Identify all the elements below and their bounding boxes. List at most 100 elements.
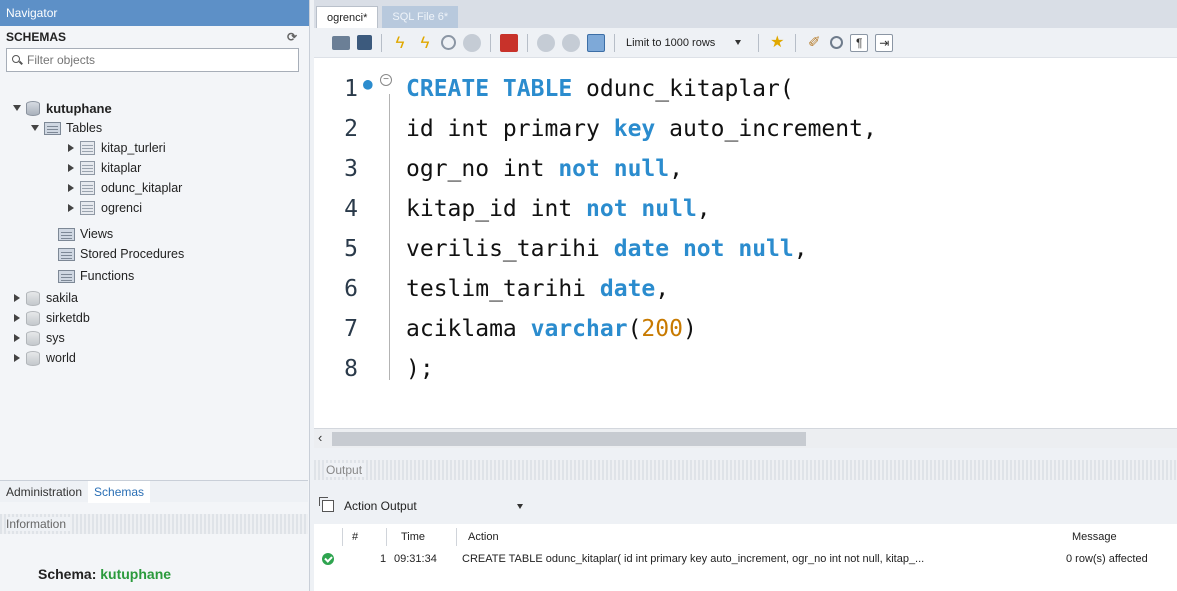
save-icon[interactable] <box>357 35 372 50</box>
scroll-left-icon[interactable]: ‹ <box>318 430 322 445</box>
copy-icon[interactable] <box>319 497 334 512</box>
functions-folder[interactable]: Functions <box>58 266 134 286</box>
stored-procedures-folder[interactable]: Stored Procedures <box>58 244 184 264</box>
expand-arrow-icon[interactable] <box>66 203 76 213</box>
line-number: 2 <box>344 116 358 142</box>
row-action: CREATE TABLE odunc_kitaplar( id int prim… <box>462 553 925 565</box>
autocommit-icon[interactable] <box>587 33 605 52</box>
limit-rows-select[interactable]: Limit to 1000 rows <box>624 33 749 53</box>
column-header-time[interactable]: Time <box>401 528 425 546</box>
expand-arrow-icon[interactable] <box>66 163 76 173</box>
information-schema: Schema: kutuphane <box>38 566 171 582</box>
tab-sql-file[interactable]: SQL File 6* <box>382 6 459 28</box>
code-line: ); <box>406 356 434 382</box>
limit-label: Limit to 1000 rows <box>626 36 716 49</box>
schema-sakila[interactable]: sakila <box>12 288 78 308</box>
sql-text: ) <box>682 316 697 342</box>
views-folder[interactable]: Views <box>58 224 113 244</box>
line-number: 3 <box>344 156 358 182</box>
filter-input[interactable] <box>27 53 277 67</box>
sql-text: ( <box>627 316 642 342</box>
open-icon[interactable] <box>332 35 350 50</box>
fold-toggle-icon[interactable]: − <box>380 74 392 86</box>
sql-text: teslim_tarihi <box>406 276 600 302</box>
refresh-icon[interactable]: ⟳ <box>285 30 299 44</box>
scrollbar-thumb[interactable] <box>332 432 806 446</box>
sql-text: verilis_tarihi <box>406 236 614 262</box>
tables-folder[interactable]: Tables <box>30 118 102 138</box>
sql-editor[interactable]: ● − 1 2 3 4 5 6 7 8 CREATE TABLE odunc_kitaplar… <box>314 58 1177 428</box>
execute-current-icon[interactable]: ϟ <box>416 33 434 52</box>
toolbar-separator <box>490 33 491 52</box>
collapse-arrow-icon[interactable] <box>12 103 22 113</box>
execute-icon[interactable]: ϟ <box>391 33 409 52</box>
toolbar-separator <box>758 33 760 52</box>
expand-arrow-icon[interactable] <box>12 313 22 323</box>
sql-text: ); <box>406 356 434 382</box>
schema-sys[interactable]: sys <box>12 328 65 348</box>
table-item[interactable]: ogrenci <box>66 198 142 218</box>
toolbar-separator <box>795 33 797 52</box>
toggle-error-icon[interactable] <box>500 33 518 52</box>
sql-text: ogr_no int <box>406 156 559 182</box>
column-header-num[interactable]: # <box>352 528 358 546</box>
chevron-down-icon[interactable] <box>516 503 523 509</box>
rollback-icon[interactable] <box>562 33 580 52</box>
schemas-header: SCHEMAS ⟳ <box>0 26 309 48</box>
find-icon[interactable] <box>830 36 844 49</box>
sql-keyword: date <box>599 276 656 302</box>
action-output-log: # Time Action Message 1 09:31:34 CREATE … <box>314 524 1177 591</box>
procedures-folder-icon <box>58 247 75 261</box>
sql-text: auto_increment, <box>655 116 877 142</box>
wrap-icon[interactable]: ⇥ <box>875 33 894 52</box>
tab-administration[interactable]: Administration <box>0 485 88 499</box>
database-icon <box>26 330 40 346</box>
sql-keyword: varchar <box>530 316 628 342</box>
column-divider <box>386 528 387 546</box>
schema-kutuphane[interactable]: kutuphane <box>12 98 112 118</box>
output-type-select[interactable]: Action Output <box>344 499 417 513</box>
sql-keyword: CREATE TABLE <box>406 76 573 102</box>
sql-text: id int primary <box>406 116 614 142</box>
expand-arrow-icon[interactable] <box>66 183 76 193</box>
sql-text: odunc_kitaplar( <box>572 76 794 102</box>
views-folder-icon <box>58 227 75 241</box>
row-num: 1 <box>380 553 387 565</box>
stop-icon[interactable] <box>463 33 481 52</box>
explain-icon[interactable] <box>441 35 456 50</box>
beautify-icon[interactable]: ✐ <box>805 34 823 52</box>
schema-sirketdb[interactable]: sirketdb <box>12 308 90 328</box>
expand-arrow-icon[interactable] <box>66 143 76 153</box>
column-header-message[interactable]: Message <box>1072 528 1117 546</box>
invisible-chars-icon[interactable]: ¶ <box>850 33 869 52</box>
database-icon <box>26 350 40 366</box>
toolbar-separator <box>614 33 615 52</box>
expand-arrow-icon[interactable] <box>12 333 22 343</box>
line-number: 7 <box>344 316 358 342</box>
navigator-tabs: Administration Schemas <box>0 480 308 503</box>
schema-prefix: Schema: <box>38 566 97 582</box>
commit-icon[interactable] <box>537 33 555 52</box>
expand-arrow-icon[interactable] <box>12 293 22 303</box>
horizontal-scrollbar[interactable]: ‹ <box>314 428 1177 448</box>
tab-schemas[interactable]: Schemas <box>88 480 151 503</box>
filter-box[interactable] <box>6 48 299 72</box>
row-message: 0 row(s) affected <box>1066 553 1148 565</box>
tables-folder-icon <box>44 121 61 135</box>
expand-arrow-icon[interactable] <box>12 353 22 363</box>
toolbar-separator <box>381 33 382 52</box>
sql-keyword: not null <box>558 156 670 182</box>
schema-world[interactable]: world <box>12 348 76 368</box>
search-icon <box>11 54 23 66</box>
output-header: Output <box>314 460 1177 480</box>
collapse-arrow-icon[interactable] <box>30 123 40 133</box>
sql-text: , <box>669 156 683 182</box>
table-item[interactable]: kitap_turleri <box>66 138 166 158</box>
tab-ogrenci[interactable]: ogrenci* <box>316 6 379 28</box>
table-item[interactable]: kitaplar <box>66 158 141 178</box>
sql-keyword: not null <box>586 196 697 222</box>
table-item[interactable]: odunc_kitaplar <box>66 178 182 198</box>
schema-name: kutuphane <box>100 566 172 582</box>
bookmark-icon[interactable]: ★ <box>768 34 786 52</box>
column-header-action[interactable]: Action <box>468 528 499 546</box>
